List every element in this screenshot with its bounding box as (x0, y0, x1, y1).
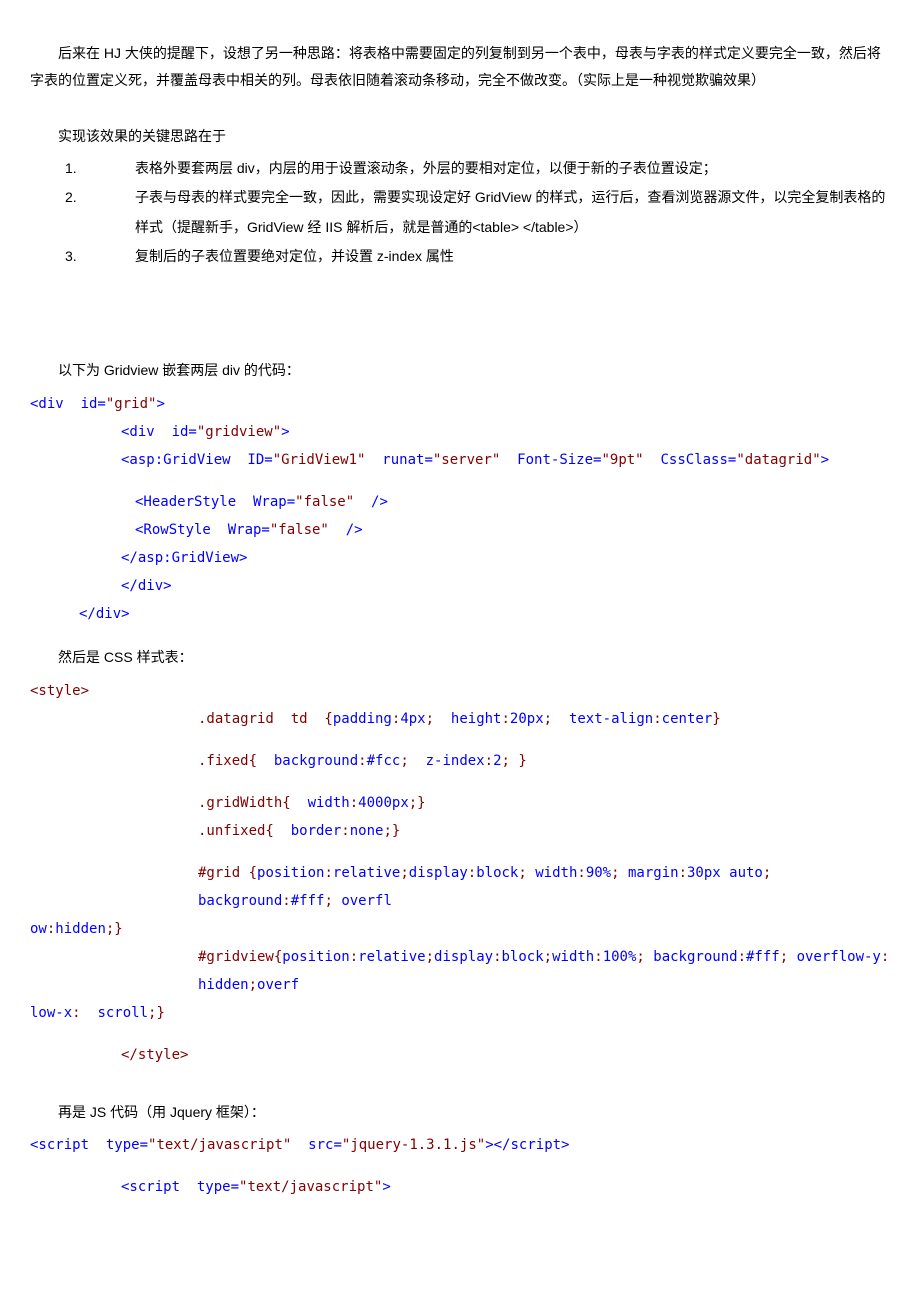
list-text: 表格外要套两层 div，内层的用于设置滚动条，外层的要相对定位，以便于新的子表位… (107, 154, 717, 183)
list-number: 3. (30, 242, 107, 271)
list-number: 2. (30, 183, 107, 242)
code-block-html: <div id="grid"> <div id="gridview"> <asp… (30, 390, 890, 628)
section-header-js: 再是 JS 代码（用 Jquery 框架）： (30, 1099, 890, 1126)
list-item: 3. 复制后的子表位置要绝对定位，并设置 z-index 属性 (30, 242, 890, 271)
key-points-list: 1. 表格外要套两层 div，内层的用于设置滚动条，外层的要相对定位，以便于新的… (30, 154, 890, 272)
intro-paragraph: 后来在 HJ 大侠的提醒下，设想了另一种思路：将表格中需要固定的列复制到另一个表… (30, 40, 890, 93)
list-number: 1. (30, 154, 107, 183)
key-header: 实现该效果的关键思路在于 (30, 123, 890, 150)
list-item: 1. 表格外要套两层 div，内层的用于设置滚动条，外层的要相对定位，以便于新的… (30, 154, 890, 183)
list-text: 复制后的子表位置要绝对定位，并设置 z-index 属性 (107, 242, 454, 271)
section-header-css: 然后是 CSS 样式表： (30, 644, 890, 671)
list-text: 子表与母表的样式要完全一致，因此，需要实现设定好 GridView 的样式，运行… (107, 183, 890, 242)
code-block-css: <style> .datagrid td {padding:4px; heigh… (30, 677, 890, 1069)
code-block-js: <script type="text/javascript" src="jque… (30, 1131, 890, 1201)
list-item: 2. 子表与母表的样式要完全一致，因此，需要实现设定好 GridView 的样式… (30, 183, 890, 242)
section-header-gridview: 以下为 Gridview 嵌套两层 div 的代码： (30, 357, 890, 384)
